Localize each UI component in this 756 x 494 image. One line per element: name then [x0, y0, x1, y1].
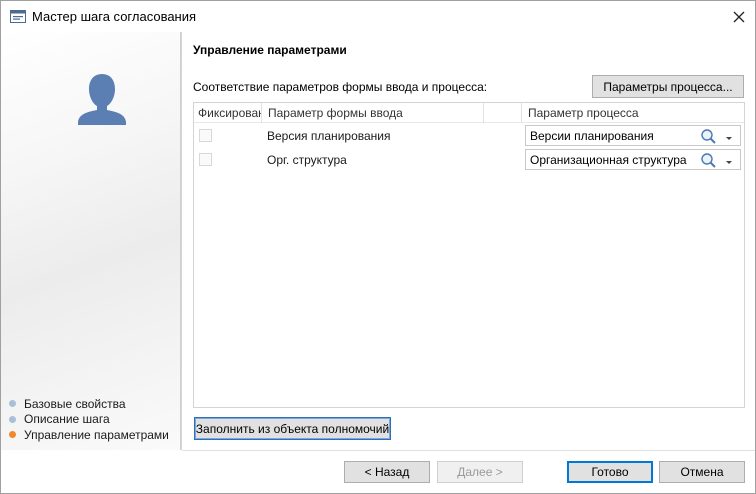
window-dialog-icon [10, 10, 26, 23]
column-header-form-param[interactable]: Параметр формы ввода [262, 103, 484, 123]
form-param-cell: Версия планирования [267, 129, 391, 143]
table-row: Орг. структура Организационная структура [194, 148, 744, 172]
step-dot [9, 400, 16, 408]
column-header-spacer [484, 103, 522, 123]
wizard-window: Мастер шага согласования Базовые свойств… [0, 0, 756, 494]
table-row: Версия планирования Версии планирования [194, 124, 744, 148]
step-parameters[interactable]: Управление параметрами [9, 427, 169, 443]
form-param-cell: Орг. структура [267, 153, 347, 167]
mapping-label: Соответствие параметров формы ввода и пр… [193, 80, 488, 94]
window-title: Мастер шага согласования [32, 9, 197, 24]
column-header-process-param[interactable]: Параметр процесса [522, 103, 744, 123]
step-dot-active [9, 431, 16, 439]
title-bar: Мастер шага согласования [1, 1, 755, 32]
chevron-down-icon[interactable] [724, 156, 734, 164]
process-params-button[interactable]: Параметры процесса... [592, 75, 744, 98]
fixed-checkbox[interactable] [199, 129, 212, 142]
fill-from-authority-button[interactable]: Заполнить из объекта полномочий [194, 417, 391, 440]
step-label: Базовые свойства [24, 396, 126, 411]
wizard-steps: Базовые свойства Описание шага Управлени… [9, 396, 169, 443]
step-base-properties[interactable]: Базовые свойства [9, 396, 169, 412]
grid-header: Фиксирован Параметр формы ввода Параметр… [194, 103, 744, 123]
done-button[interactable]: Готово [567, 461, 653, 483]
process-param-value: Организационная структура [530, 153, 687, 167]
search-icon[interactable] [700, 128, 718, 144]
close-icon[interactable] [727, 7, 751, 27]
cancel-button[interactable]: Отмена [659, 461, 745, 483]
footer-divider [182, 450, 755, 451]
user-silhouette-icon [75, 70, 129, 126]
process-param-combo[interactable]: Организационная структура [525, 149, 741, 170]
next-button[interactable]: Далее > [437, 461, 523, 483]
search-icon[interactable] [700, 152, 718, 168]
process-param-value: Версии планирования [530, 129, 654, 143]
step-dot [9, 415, 16, 423]
process-param-combo[interactable]: Версии планирования [525, 125, 741, 146]
step-description[interactable]: Описание шага [9, 412, 169, 428]
step-label: Описание шага [24, 412, 110, 427]
chevron-down-icon[interactable] [724, 132, 734, 140]
wizard-sidebar: Базовые свойства Описание шага Управлени… [1, 32, 181, 450]
page-title: Управление параметрами [193, 43, 347, 57]
param-mapping-grid: Фиксирован Параметр формы ввода Параметр… [193, 102, 745, 408]
fixed-checkbox[interactable] [199, 153, 212, 166]
wizard-content: Управление параметрами Соответствие пара… [182, 32, 755, 450]
column-header-fixed[interactable]: Фиксирован [194, 103, 262, 123]
back-button[interactable]: < Назад [344, 461, 430, 483]
step-label: Управление параметрами [24, 427, 169, 442]
